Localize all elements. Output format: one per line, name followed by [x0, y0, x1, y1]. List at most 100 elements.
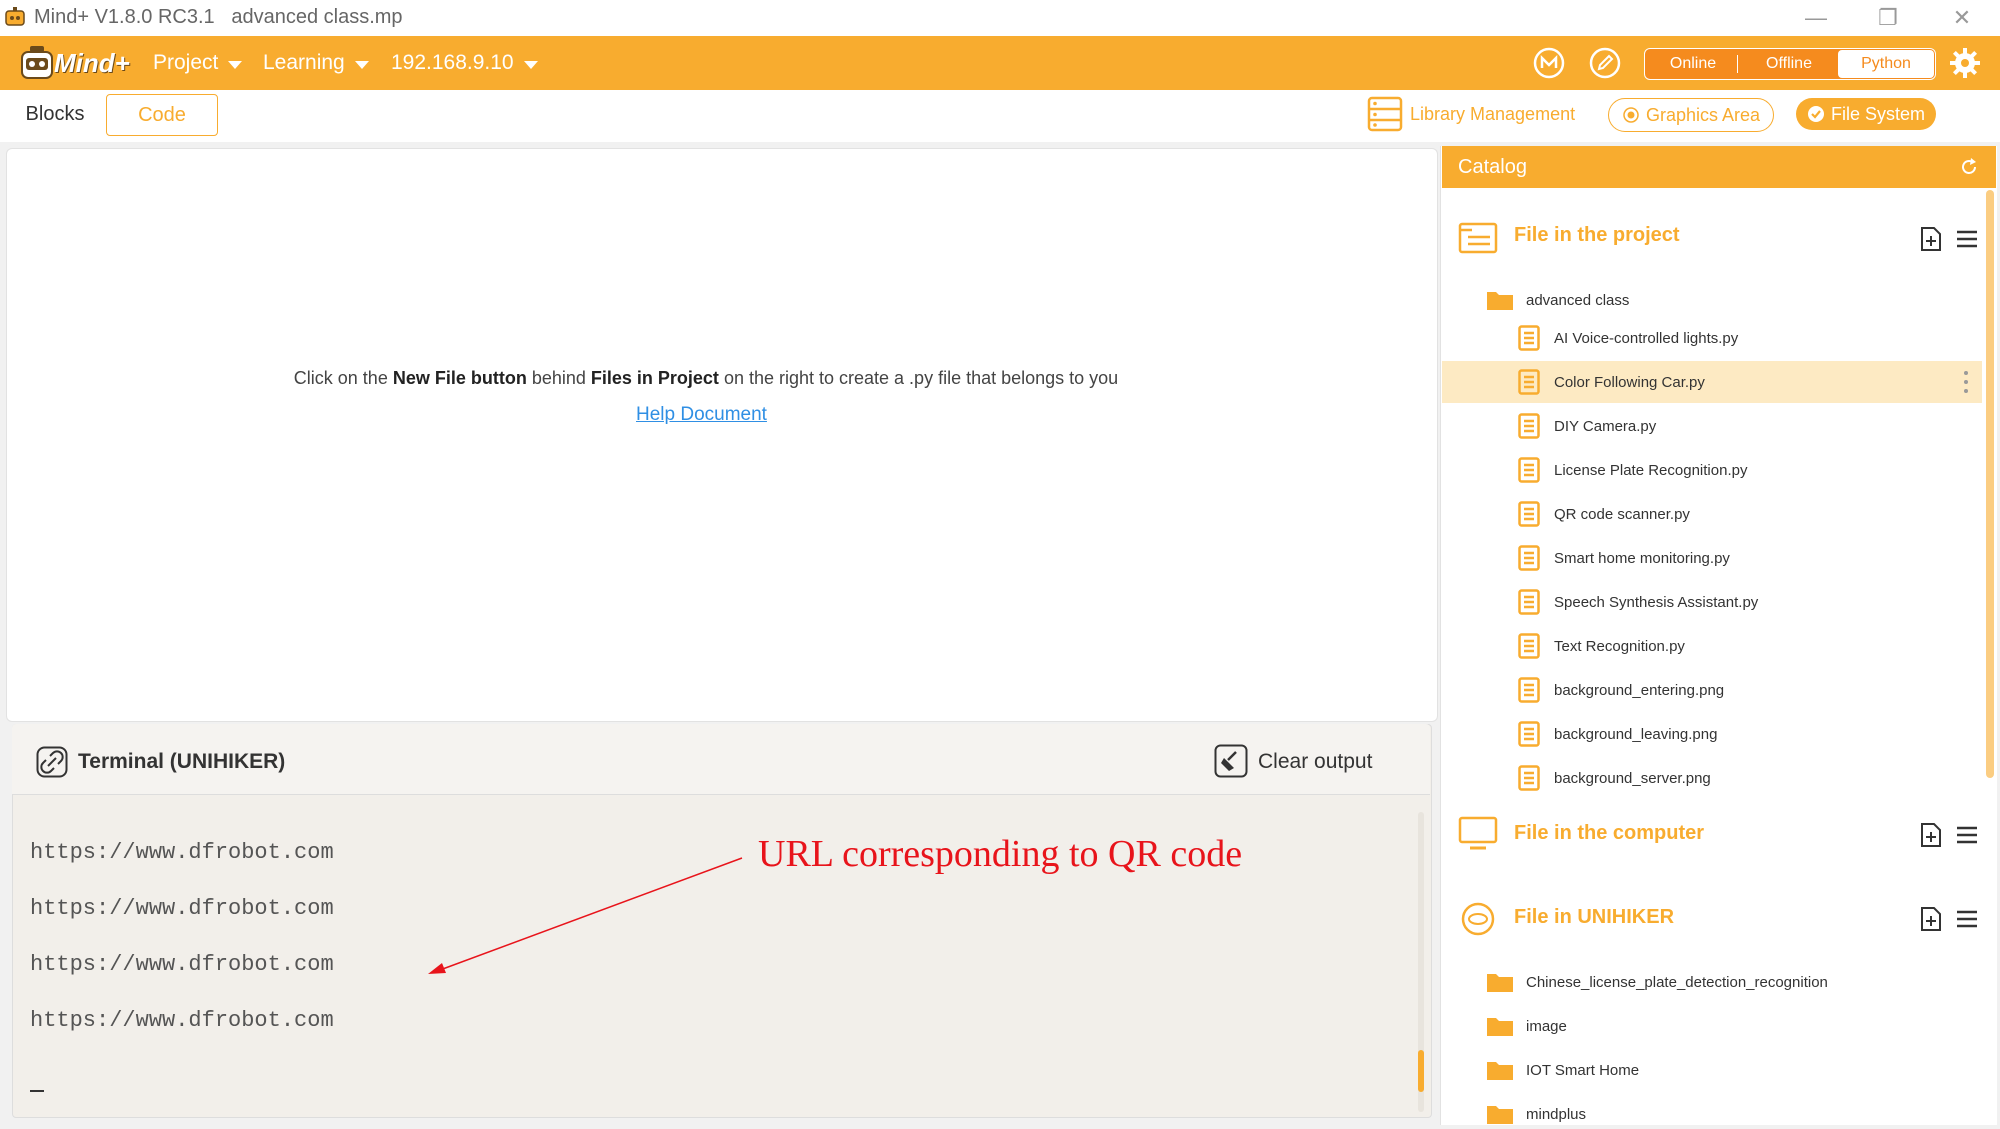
file-item[interactable]: Smart home monitoring.py	[1442, 537, 1982, 579]
file-item[interactable]: Speech Synthesis Assistant.py	[1442, 581, 1982, 623]
unihiker-folder-item[interactable]: image	[1486, 1011, 1567, 1041]
code-editor-area[interactable]	[6, 148, 1438, 722]
file-item[interactable]: background_entering.png	[1442, 669, 1982, 711]
terminal-output-line: https://www.dfrobot.com	[30, 896, 334, 921]
file-item[interactable]: Color Following Car.py	[1442, 361, 1982, 403]
folder-icon	[1487, 292, 1513, 310]
file-item[interactable]: License Plate Recognition.py	[1442, 449, 1982, 491]
new-file-icon[interactable]	[1918, 226, 1944, 252]
logo-text: Mind+	[54, 48, 130, 78]
file-item[interactable]: background_leaving.png	[1442, 713, 1982, 755]
terminal-output-line: https://www.dfrobot.com	[30, 952, 334, 977]
file-item[interactable]: AI Voice-controlled lights.py	[1442, 317, 1982, 359]
help-document-link[interactable]: Help Document	[636, 404, 767, 426]
tab-code[interactable]: Code	[106, 94, 218, 136]
graphics-area-button[interactable]: Graphics Area	[1608, 98, 1774, 132]
unihiker-device-icon	[1461, 902, 1495, 936]
folder-label: IOT Smart Home	[1526, 1061, 1640, 1079]
file-system-button[interactable]: File System	[1796, 98, 1936, 130]
minimize-button[interactable]: —	[1786, 2, 1846, 34]
menu-icon[interactable]	[1954, 906, 1980, 932]
file-document-icon	[1518, 677, 1540, 703]
file-item[interactable]: DIY Camera.py	[1442, 405, 1982, 447]
file-item-label: background_leaving.png	[1554, 725, 1718, 743]
library-icon	[1367, 96, 1403, 132]
catalog-title: Catalog	[1458, 156, 1527, 178]
computer-monitor-icon	[1458, 816, 1498, 850]
link-icon	[36, 746, 68, 778]
file-document-icon	[1518, 589, 1540, 615]
tab-blocks[interactable]: Blocks	[0, 94, 110, 134]
new-file-icon[interactable]	[1918, 822, 1944, 848]
file-item-label: background_entering.png	[1554, 681, 1725, 699]
menu-icon[interactable]	[1954, 822, 1980, 848]
file-item[interactable]: Text Recognition.py	[1442, 625, 1982, 667]
file-document-icon	[1518, 545, 1540, 571]
feedback-edit-icon[interactable]	[1588, 46, 1622, 80]
folder-label: advanced class	[1526, 291, 1630, 309]
terminal-title: Terminal (UNIHIKER)	[78, 750, 286, 773]
device-ip-label: 192.168.9.10	[391, 51, 514, 74]
project-menu-label: Project	[153, 51, 219, 74]
hint-files-in-project: Files in Project	[590, 368, 719, 388]
chevron-down-icon	[354, 60, 369, 69]
project-menu[interactable]: Project	[153, 36, 243, 90]
app-version: Mind+ V1.8.0 RC3.1	[34, 6, 215, 28]
folder-advanced-class[interactable]: advanced class	[1486, 285, 1629, 315]
hint-text-1: Click on the	[293, 368, 393, 388]
file-item-label: Speech Synthesis Assistant.py	[1554, 593, 1759, 611]
unihiker-folder-item[interactable]: Chinese_license_plate_detection_recognit…	[1486, 967, 1828, 997]
window-title-bar: Mind+ V1.8.0 RC3.1 advanced class.mp — ❐…	[0, 0, 2000, 36]
file-document-icon	[1518, 501, 1540, 527]
file-system-label: File System	[1830, 103, 1926, 124]
menu-icon[interactable]	[1954, 226, 1980, 252]
file-item[interactable]: background_server.png	[1442, 757, 1982, 799]
python-mode-button[interactable]: Python	[1838, 50, 1934, 78]
folder-icon	[1487, 1062, 1513, 1080]
refresh-icon[interactable]	[1959, 157, 1979, 177]
folder-icon	[1487, 1018, 1513, 1036]
new-file-hint: Click on the New File button behind File…	[6, 368, 1406, 389]
terminal-scrollbar-thumb[interactable]	[1418, 1050, 1424, 1092]
broom-clear-icon[interactable]	[1214, 744, 1248, 778]
folder-icon	[1487, 1106, 1513, 1124]
mindplus-app-icon	[5, 7, 25, 26]
file-item-label: Color Following Car.py	[1554, 373, 1705, 391]
device-connection-menu[interactable]: 192.168.9.10	[391, 36, 538, 90]
online-mode-button[interactable]: Online	[1645, 49, 1741, 79]
folder-label: image	[1526, 1017, 1567, 1035]
graphics-area-label: Graphics Area	[1645, 104, 1761, 125]
close-button[interactable]: ✕	[1932, 2, 1992, 34]
file-item-label: DIY Camera.py	[1554, 417, 1657, 435]
library-management-button[interactable]: Library Management	[1366, 96, 1576, 132]
file-document-icon	[1518, 325, 1540, 351]
file-item-label: AI Voice-controlled lights.py	[1554, 329, 1739, 347]
annotation-label: URL corresponding to QR code	[758, 833, 1243, 875]
file-item[interactable]: QR code scanner.py	[1442, 493, 1982, 535]
offline-mode-button[interactable]: Offline	[1741, 49, 1837, 79]
file-document-icon	[1518, 457, 1540, 483]
file-item-label: QR code scanner.py	[1554, 505, 1690, 523]
folder-label: mindplus	[1526, 1105, 1587, 1123]
file-document-icon	[1518, 413, 1540, 439]
restore-button[interactable]: ❐	[1858, 2, 1918, 34]
gear-icon[interactable]	[1948, 46, 1982, 80]
more-vertical-icon[interactable]	[1964, 369, 1968, 395]
folder-icon	[1487, 974, 1513, 992]
new-file-icon[interactable]	[1918, 906, 1944, 932]
unihiker-folder-item[interactable]: IOT Smart Home	[1486, 1055, 1639, 1085]
project-list-icon	[1458, 222, 1498, 254]
file-item-label: Text Recognition.py	[1554, 637, 1685, 655]
file-item-label: License Plate Recognition.py	[1554, 461, 1748, 479]
file-document-icon	[1518, 721, 1540, 747]
hint-new-file-button: New File button	[392, 368, 527, 388]
clear-output-button[interactable]: Clear output	[1258, 750, 1372, 774]
check-circle-icon	[1807, 106, 1824, 122]
library-management-label: Library Management	[1410, 103, 1576, 124]
mode-switch: Online Offline Python	[1644, 48, 1936, 80]
mind-community-icon[interactable]	[1532, 46, 1566, 80]
window-title: Mind+ V1.8.0 RC3.1 advanced class.mp	[34, 6, 403, 29]
chevron-down-icon	[228, 60, 243, 69]
learning-menu[interactable]: Learning	[263, 36, 369, 90]
catalog-scrollbar[interactable]	[1986, 190, 1994, 778]
